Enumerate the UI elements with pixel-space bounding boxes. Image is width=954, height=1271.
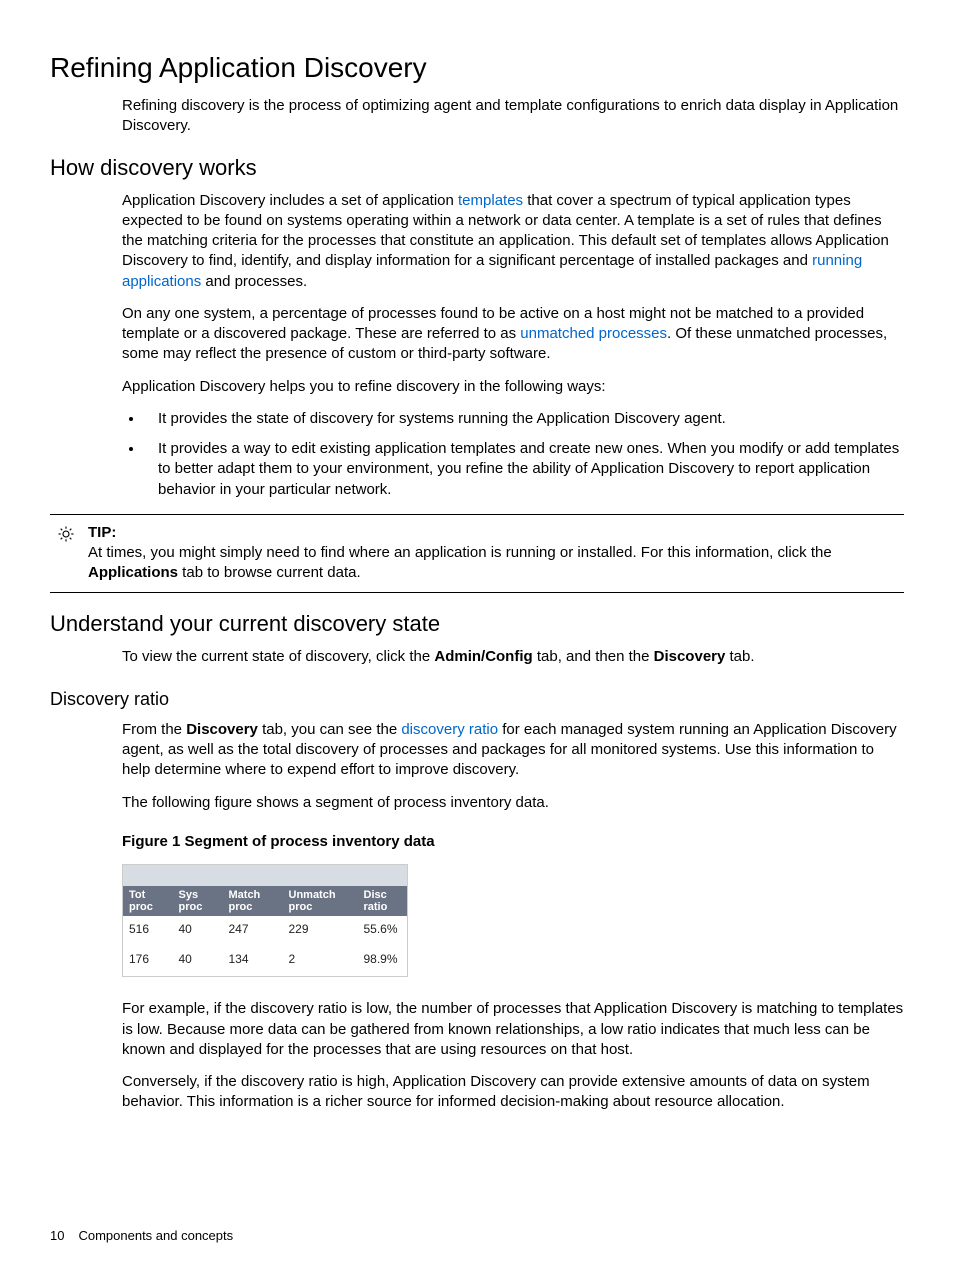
page-footer: 10 Components and concepts: [50, 1228, 233, 1243]
list-item: It provides a way to edit existing appli…: [144, 439, 904, 500]
tip-label: TIP:: [88, 524, 116, 541]
cell: 40: [173, 916, 223, 946]
bold-admin-config: Admin/Config: [434, 648, 532, 665]
table-row: 176 40 134 2 98.9%: [123, 946, 408, 977]
footer-section: Components and concepts: [78, 1228, 233, 1243]
text: and processes.: [201, 273, 307, 290]
col-header-sys-proc: Sysproc: [173, 886, 223, 916]
link-discovery-ratio[interactable]: discovery ratio: [401, 721, 498, 738]
page: Refining Application Discovery Refining …: [0, 0, 954, 1271]
col-header-match-proc: Matchproc: [223, 886, 283, 916]
heading-understand-state: Understand your current discovery state: [50, 611, 904, 637]
cell: 229: [283, 916, 358, 946]
tip-text: tab to browse current data.: [178, 564, 361, 581]
text: tab, you can see the: [258, 721, 401, 738]
text: Application Discovery includes a set of …: [122, 192, 458, 209]
page-number: 10: [50, 1228, 64, 1243]
list-item: It provides the state of discovery for s…: [144, 409, 904, 429]
bold-discovery-tab: Discovery: [654, 648, 726, 665]
tip-bold-applications: Applications: [88, 564, 178, 581]
table-blank-header: [123, 864, 408, 886]
col-header-unmatch-proc: Unmatchproc: [283, 886, 358, 916]
text: To view the current state of discovery, …: [122, 648, 434, 665]
cell: 134: [223, 946, 283, 977]
how-paragraph-3: Application Discovery helps you to refin…: [122, 377, 904, 397]
intro-paragraph: Refining discovery is the process of opt…: [122, 96, 904, 137]
how-paragraph-2: On any one system, a percentage of proce…: [122, 304, 904, 365]
intro-block: Refining discovery is the process of opt…: [122, 96, 904, 137]
after-paragraph-2: Conversely, if the discovery ratio is hi…: [122, 1072, 904, 1113]
how-block: Application Discovery includes a set of …: [122, 191, 904, 500]
cell: 2: [283, 946, 358, 977]
table-header-row: Totproc Sysproc Matchproc Unmatchproc Di…: [123, 886, 408, 916]
tip-icon: [50, 523, 82, 548]
tip-callout: TIP: At times, you might simply need to …: [50, 514, 904, 593]
cell: 516: [123, 916, 173, 946]
cell: 176: [123, 946, 173, 977]
after-paragraph-1: For example, if the discovery ratio is l…: [122, 999, 904, 1060]
table-row: 516 40 247 229 55.6%: [123, 916, 408, 946]
text: From the: [122, 721, 186, 738]
cell: 40: [173, 946, 223, 977]
cell: 98.9%: [358, 946, 408, 977]
ratio-block: From the Discovery tab, you can see the …: [122, 720, 904, 1113]
lightbulb-icon: [57, 525, 75, 543]
text: tab.: [725, 648, 754, 665]
ratio-paragraph-2: The following figure shows a segment of …: [122, 793, 904, 813]
heading-how-discovery-works: How discovery works: [50, 155, 904, 181]
figure-caption: Figure 1 Segment of process inventory da…: [122, 833, 904, 850]
col-header-disc-ratio: Discratio: [358, 886, 408, 916]
understand-block: To view the current state of discovery, …: [122, 647, 904, 667]
cell: 247: [223, 916, 283, 946]
heading-refining: Refining Application Discovery: [50, 52, 904, 84]
cell: 55.6%: [358, 916, 408, 946]
text: tab, and then the: [533, 648, 654, 665]
heading-discovery-ratio: Discovery ratio: [50, 689, 904, 710]
how-paragraph-1: Application Discovery includes a set of …: [122, 191, 904, 292]
link-templates[interactable]: templates: [458, 192, 523, 209]
ratio-paragraph-1: From the Discovery tab, you can see the …: [122, 720, 904, 781]
tip-text: At times, you might simply need to find …: [88, 544, 832, 561]
process-inventory-table: Totproc Sysproc Matchproc Unmatchproc Di…: [122, 864, 408, 978]
understand-paragraph: To view the current state of discovery, …: [122, 647, 904, 667]
tip-content: TIP: At times, you might simply need to …: [82, 523, 904, 584]
col-header-tot-proc: Totproc: [123, 886, 173, 916]
how-bullet-list: It provides the state of discovery for s…: [122, 409, 904, 500]
link-unmatched-processes[interactable]: unmatched processes: [520, 325, 667, 342]
bold-discovery: Discovery: [186, 721, 258, 738]
